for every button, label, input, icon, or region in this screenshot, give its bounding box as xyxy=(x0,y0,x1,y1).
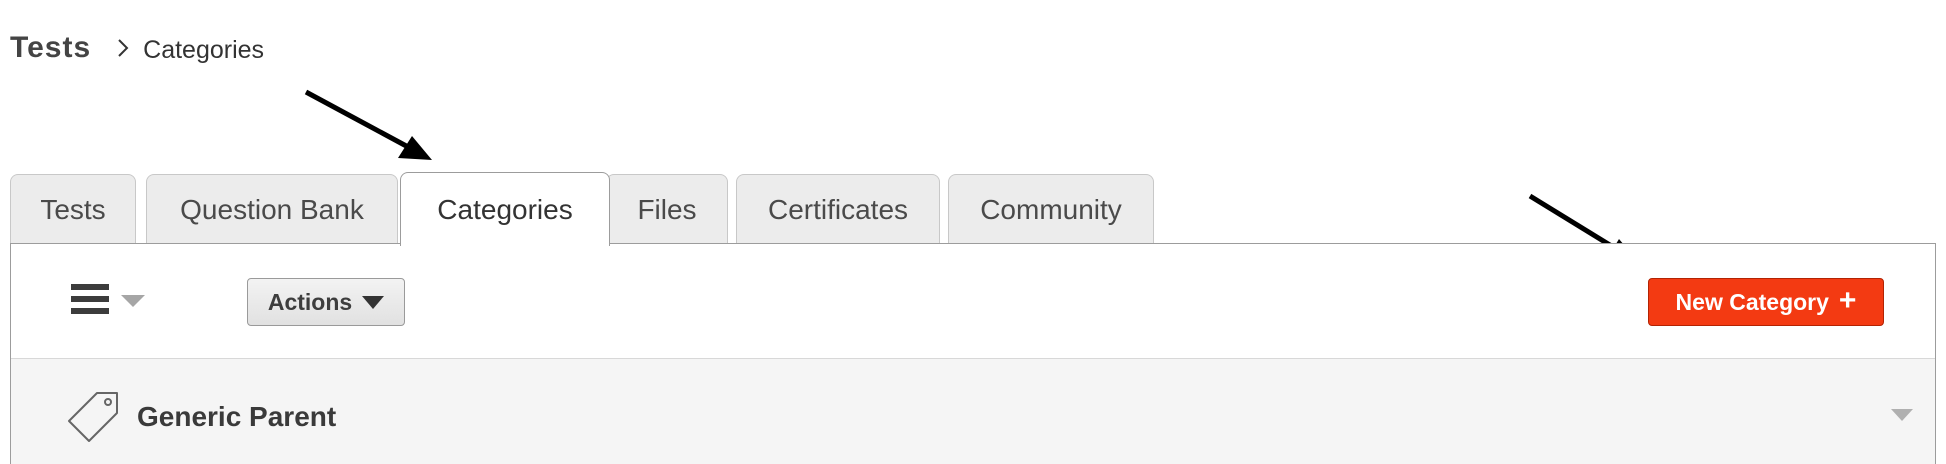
page: Tests Categories Tests Question Bank Cat… xyxy=(0,0,1946,464)
tag-icon xyxy=(67,389,123,450)
tab-tests[interactable]: Tests xyxy=(10,174,136,244)
view-menu-toggle[interactable] xyxy=(71,284,145,314)
tab-categories[interactable]: Categories xyxy=(400,172,610,246)
tab-files[interactable]: Files xyxy=(606,174,728,244)
chevron-down-icon[interactable] xyxy=(1891,409,1913,421)
tab-label: Categories xyxy=(437,193,573,225)
plus-icon: + xyxy=(1838,283,1857,317)
tab-label: Files xyxy=(637,193,697,225)
actions-dropdown-button[interactable]: Actions xyxy=(247,278,405,326)
new-category-label: New Category xyxy=(1675,288,1829,315)
arrow-to-categories-tab xyxy=(304,89,432,160)
hamburger-icon xyxy=(71,284,109,314)
breadcrumb-current: Categories xyxy=(143,35,265,64)
toolbar: Actions New Category + xyxy=(11,244,1935,359)
caret-down-icon xyxy=(362,295,385,309)
tab-label: Tests xyxy=(40,193,106,225)
chevron-right-icon xyxy=(117,38,129,58)
tab-label: Certificates xyxy=(767,193,909,225)
breadcrumb-root[interactable]: Tests xyxy=(10,31,91,65)
category-row[interactable]: Generic Parent xyxy=(11,359,1935,464)
caret-down-icon xyxy=(121,295,145,307)
tab-community[interactable]: Community xyxy=(948,174,1154,244)
tab-question-bank[interactable]: Question Bank xyxy=(146,174,398,244)
tab-label: Question Bank xyxy=(180,193,364,225)
tab-label: Community xyxy=(980,193,1122,225)
tab-certificates[interactable]: Certificates xyxy=(736,174,940,244)
new-category-button[interactable]: New Category + xyxy=(1648,278,1884,326)
category-name: Generic Parent xyxy=(137,401,337,432)
actions-label: Actions xyxy=(267,288,353,315)
categories-panel: Actions New Category + Generic Parent xyxy=(10,243,1936,464)
breadcrumb: Tests Categories xyxy=(10,28,264,68)
